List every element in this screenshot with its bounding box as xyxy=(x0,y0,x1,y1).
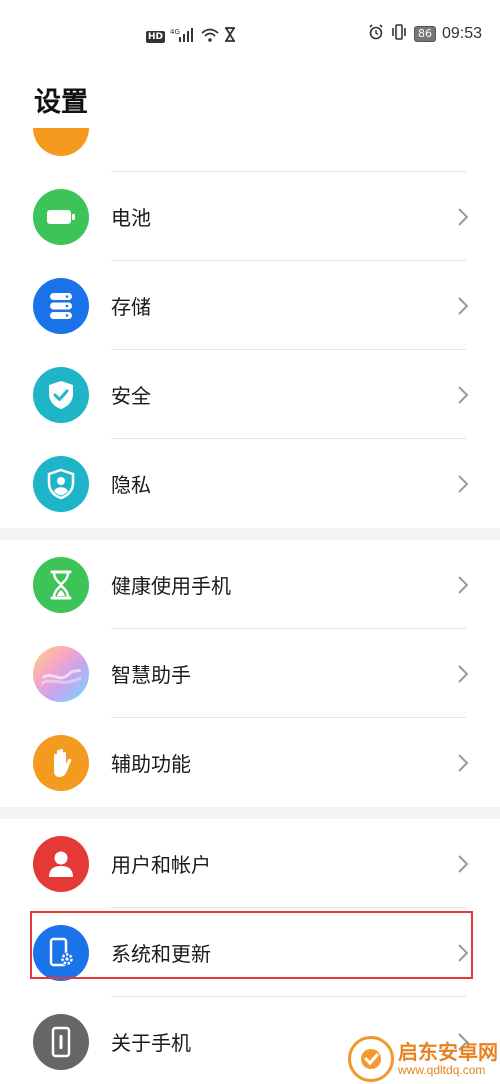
hd-badge: HD xyxy=(146,30,166,43)
settings-item-label: 辅助功能 xyxy=(111,752,191,776)
watermark-url: www.qdltdq.com xyxy=(398,1063,486,1077)
watermark: 启东安卓网 www.qdltdq.com xyxy=(348,1036,498,1082)
settings-item-accounts[interactable]: 用户和帐户 xyxy=(0,819,500,908)
chevron-right-icon xyxy=(458,207,469,226)
chevron-right-icon xyxy=(458,474,469,493)
watermark-text: 启东安卓网 www.qdltdq.com xyxy=(398,1041,498,1077)
settings-item-label: 健康使用手机 xyxy=(111,574,231,598)
settings-list[interactable]: 电池 存储 安全 隐私 健康使用手机 智慧助手 辅助功能 用户和帐户 系统和更新… xyxy=(0,128,500,1084)
page-title: 设置 xyxy=(34,87,88,118)
hourglass-status-icon xyxy=(224,27,236,46)
alarm-icon xyxy=(368,24,384,44)
chevron-right-icon xyxy=(458,385,469,404)
assistant-icon xyxy=(33,645,89,702)
settings-item-label: 系统和更新 xyxy=(111,942,211,966)
system-update-icon xyxy=(33,924,89,981)
status-bar: HD 4G 86 09:53 xyxy=(0,0,500,72)
hand-icon xyxy=(33,734,89,791)
status-right: 86 09:53 xyxy=(368,24,482,44)
network-type: 4G xyxy=(170,28,180,36)
settings-item-label: 关于手机 xyxy=(111,1031,191,1055)
phone-info-icon xyxy=(33,1013,89,1070)
settings-item-label: 安全 xyxy=(111,384,151,408)
chevron-right-icon xyxy=(458,296,469,315)
watermark-logo-icon xyxy=(348,1036,394,1082)
storage-partial-icon xyxy=(33,128,89,156)
watermark-name: 启东安卓网 xyxy=(398,1040,498,1064)
wifi-icon xyxy=(201,27,219,46)
settings-item-accessibility[interactable]: 辅助功能 xyxy=(0,718,500,807)
settings-item-security[interactable]: 安全 xyxy=(0,350,500,439)
privacy-shield-icon xyxy=(33,455,89,512)
settings-item-digital-balance[interactable]: 健康使用手机 xyxy=(0,540,500,629)
settings-item-system-update[interactable]: 系统和更新 xyxy=(0,908,500,997)
chevron-right-icon xyxy=(458,943,469,962)
settings-item-partial[interactable] xyxy=(0,128,500,172)
settings-item-battery[interactable]: 电池 xyxy=(0,172,500,261)
chevron-right-icon xyxy=(458,854,469,873)
signal-icon: 4G xyxy=(170,27,196,46)
clock: 09:53 xyxy=(441,25,482,42)
shield-check-icon xyxy=(33,366,89,423)
settings-item-label: 电池 xyxy=(111,206,151,230)
chevron-right-icon xyxy=(458,664,469,683)
storage-icon xyxy=(33,277,89,334)
user-icon xyxy=(33,835,89,892)
status-indicators: HD 4G xyxy=(146,27,236,46)
hourglass-icon xyxy=(33,556,89,613)
settings-item-privacy[interactable]: 隐私 xyxy=(0,439,500,528)
settings-item-label: 存储 xyxy=(111,295,151,319)
vibrate-icon xyxy=(390,24,408,44)
settings-item-label: 智慧助手 xyxy=(111,663,191,687)
chevron-right-icon xyxy=(458,575,469,594)
section-gap xyxy=(0,807,500,819)
chevron-right-icon xyxy=(458,753,469,772)
battery-level: 86 xyxy=(413,26,436,42)
battery-icon xyxy=(33,188,89,245)
settings-item-assistant[interactable]: 智慧助手 xyxy=(0,629,500,718)
settings-item-label: 用户和帐户 xyxy=(111,853,211,877)
settings-item-label: 隐私 xyxy=(111,473,151,497)
settings-item-storage[interactable]: 存储 xyxy=(0,261,500,350)
section-gap xyxy=(0,528,500,540)
